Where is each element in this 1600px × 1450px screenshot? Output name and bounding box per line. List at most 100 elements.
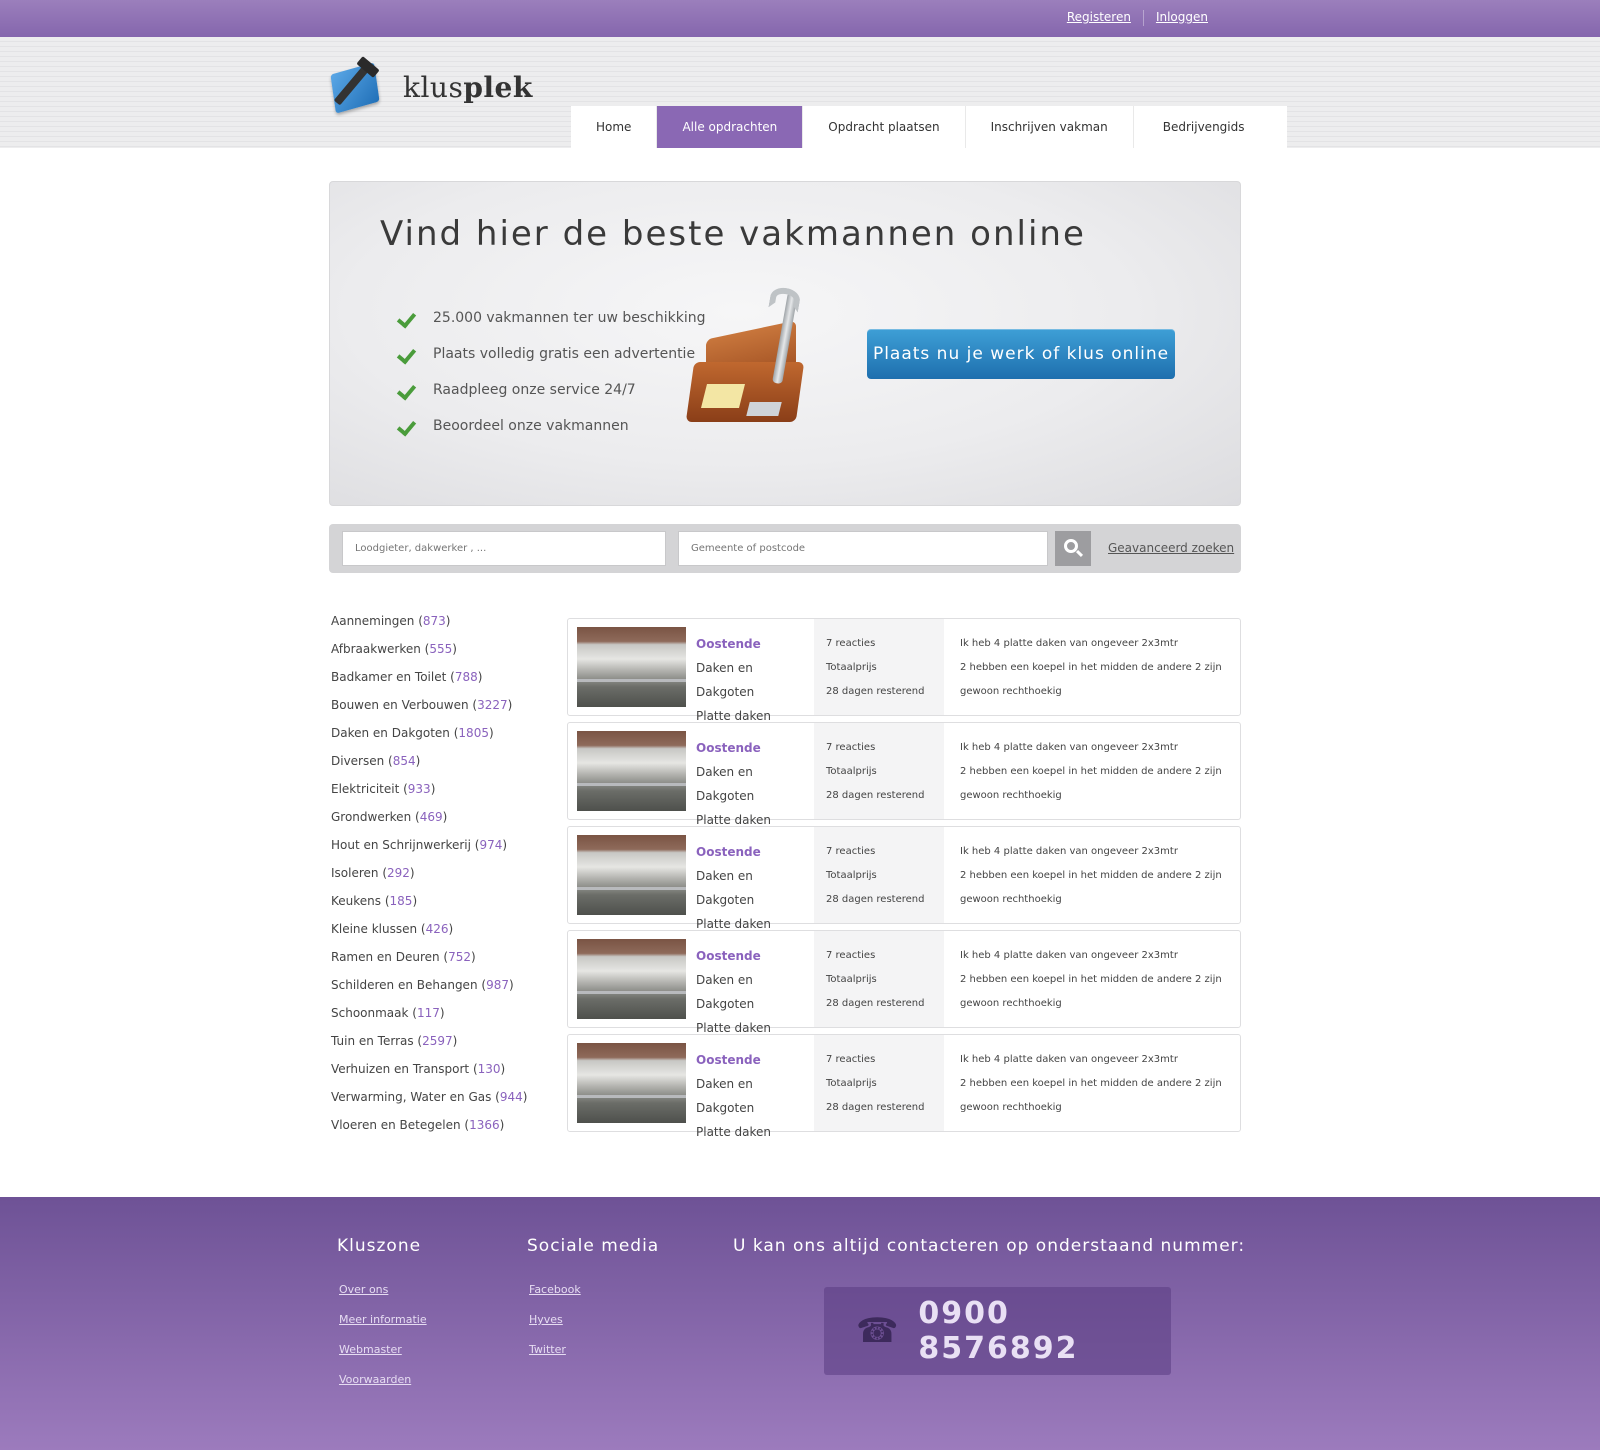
category-item[interactable]: Ramen en Deuren (752) — [331, 950, 527, 978]
category-item[interactable]: Elektriciteit (933) — [331, 782, 527, 810]
benefit-item: Raadpleeg onze service 24/7 — [398, 372, 706, 408]
listing-description: gewoon rechthoekig — [960, 998, 1062, 1009]
listing-reactions: 7 reacties — [826, 1054, 876, 1065]
listing-city[interactable]: Oostende — [696, 1048, 814, 1072]
listing-reactions: 7 reacties — [826, 846, 876, 857]
listing-description: 2 hebben een koepel in het midden de and… — [960, 766, 1222, 777]
listing-description: Ik heb 4 platte daken van ongeveer 2x3mt… — [960, 638, 1178, 649]
footer-kluszone-title: Kluszone — [337, 1236, 422, 1256]
footer-contact-title: U kan ons altijd contacteren op ondersta… — [733, 1236, 1246, 1256]
register-link[interactable]: Registeren — [1067, 10, 1131, 26]
listing-description: 2 hebben een koepel in het midden de and… — [960, 662, 1222, 673]
listing-subcategory: Platte daken — [696, 1125, 772, 1139]
listing-city[interactable]: Oostende — [696, 632, 814, 656]
listing-thumbnail[interactable] — [577, 627, 686, 707]
footer-social-links: Facebook Hyves Twitter — [529, 1283, 581, 1373]
top-bar: Registeren Inloggen — [0, 0, 1600, 37]
check-icon — [398, 308, 418, 328]
footer-kluszone-links: Over ons Meer informatie Webmaster Voorw… — [339, 1283, 427, 1403]
footer-social-title: Sociale media — [527, 1236, 660, 1256]
category-item[interactable]: Grondwerken (469) — [331, 810, 527, 838]
listing-reactions: 7 reacties — [826, 742, 876, 753]
listing-category: Daken en Dakgoten — [696, 973, 755, 1011]
nav-home[interactable]: Home — [571, 106, 658, 148]
benefit-item: Plaats volledig gratis een advertentie — [398, 336, 706, 372]
trade-search-input[interactable] — [342, 531, 666, 566]
listing-category: Daken en Dakgoten — [696, 869, 755, 907]
listing-description: gewoon rechthoekig — [960, 894, 1062, 905]
listing-price: Totaalprijs — [826, 766, 877, 777]
category-item[interactable]: Daken en Dakgoten (1805) — [331, 726, 527, 754]
login-link[interactable]: Inloggen — [1156, 10, 1208, 26]
footer-link-meer-informatie[interactable]: Meer informatie — [339, 1313, 427, 1326]
category-item[interactable]: Schoonmaak (117) — [331, 1006, 527, 1034]
footer-link-voorwaarden[interactable]: Voorwaarden — [339, 1373, 411, 1386]
account-links: Registeren Inloggen — [1067, 10, 1208, 26]
benefits-list: 25.000 vakmannen ter uw beschikking Plaa… — [398, 300, 706, 444]
listing-thumbnail[interactable] — [577, 731, 686, 811]
listing-description: Ik heb 4 platte daken van ongeveer 2x3mt… — [960, 950, 1178, 961]
footer-link-webmaster[interactable]: Webmaster — [339, 1343, 402, 1356]
category-item[interactable]: Vloeren en Betegelen (1366) — [331, 1118, 527, 1146]
logo[interactable]: klusplek — [330, 56, 533, 114]
post-job-button[interactable]: Plaats nu je werk of klus online — [867, 329, 1175, 379]
listing-city[interactable]: Oostende — [696, 944, 814, 968]
footer-link-twitter[interactable]: Twitter — [529, 1343, 566, 1356]
listing-category: Daken en Dakgoten — [696, 661, 755, 699]
job-listing[interactable]: Oostende Daken en Dakgoten Platte daken 7 … — [567, 722, 1241, 827]
listing-price: Totaalprijs — [826, 662, 877, 673]
category-item[interactable]: Diversen (854) — [331, 754, 527, 782]
listing-category: Daken en Dakgoten — [696, 1077, 755, 1115]
listing-remaining: 28 dagen resterend — [826, 686, 925, 697]
category-item[interactable]: Kleine klussen (426) — [331, 922, 527, 950]
listing-remaining: 28 dagen resterend — [826, 894, 925, 905]
search-button[interactable] — [1055, 531, 1091, 566]
listing-reactions: 7 reacties — [826, 638, 876, 649]
listing-thumbnail[interactable] — [577, 835, 686, 915]
listing-price: Totaalprijs — [826, 1078, 877, 1089]
job-listing[interactable]: Oostende Daken en Dakgoten Platte daken 7 … — [567, 1034, 1241, 1139]
job-listings: Oostende Daken en Dakgoten Platte daken 7 … — [567, 618, 1241, 1139]
category-item[interactable]: Verwarming, Water en Gas (944) — [331, 1090, 527, 1118]
footer-link-facebook[interactable]: Facebook — [529, 1283, 581, 1296]
listing-remaining: 28 dagen resterend — [826, 1102, 925, 1113]
category-item[interactable]: Afbraakwerken (555) — [331, 642, 527, 670]
listing-description: 2 hebben een koepel in het midden de and… — [960, 974, 1222, 985]
category-item[interactable]: Aannemingen (873) — [331, 614, 527, 642]
briefcase-tools-illustration — [682, 285, 812, 432]
advanced-search-link[interactable]: Geavanceerd zoeken — [1108, 541, 1234, 555]
phone-number[interactable]: 0900 8576892 — [918, 1296, 1171, 1366]
listing-thumbnail[interactable] — [577, 1043, 686, 1123]
listing-description: Ik heb 4 platte daken van ongeveer 2x3mt… — [960, 1054, 1178, 1065]
header: klusplek Home Alle opdrachten Opdracht p… — [0, 37, 1600, 148]
category-list: Aannemingen (873) Afbraakwerken (555) Ba… — [331, 614, 527, 1146]
listing-thumbnail[interactable] — [577, 939, 686, 1019]
job-listing[interactable]: Oostende Daken en Dakgoten Platte daken 7 … — [567, 826, 1241, 931]
listing-city[interactable]: Oostende — [696, 840, 814, 864]
listing-description: 2 hebben een koepel in het midden de and… — [960, 870, 1222, 881]
job-listing[interactable]: Oostende Daken en Dakgoten Platte daken 7 … — [567, 618, 1241, 723]
logo-text: klusplek — [403, 70, 533, 104]
check-icon — [398, 416, 418, 436]
category-item[interactable]: Isoleren (292) — [331, 866, 527, 894]
nav-inschrijven-vakman[interactable]: Inschrijven vakman — [966, 106, 1134, 148]
category-item[interactable]: Badkamer en Toilet (788) — [331, 670, 527, 698]
category-item[interactable]: Hout en Schrijnwerkerij (974) — [331, 838, 527, 866]
job-listing[interactable]: Oostende Daken en Dakgoten Platte daken 7 … — [567, 930, 1241, 1035]
category-item[interactable]: Tuin en Terras (2597) — [331, 1034, 527, 1062]
nav-alle-opdrachten[interactable]: Alle opdrachten — [657, 106, 804, 148]
listing-city[interactable]: Oostende — [696, 736, 814, 760]
category-item[interactable]: Bouwen en Verbouwen (3227) — [331, 698, 527, 726]
listing-remaining: 28 dagen resterend — [826, 998, 925, 1009]
category-item[interactable]: Schilderen en Behangen (987) — [331, 978, 527, 1006]
hammer-book-icon — [330, 56, 383, 114]
nav-bedrijvengids[interactable]: Bedrijvengids — [1134, 106, 1287, 148]
footer-link-hyves[interactable]: Hyves — [529, 1313, 563, 1326]
category-item[interactable]: Verhuizen en Transport (130) — [331, 1062, 527, 1090]
location-search-input[interactable] — [678, 531, 1048, 566]
check-icon — [398, 344, 418, 364]
nav-opdracht-plaatsen[interactable]: Opdracht plaatsen — [803, 106, 966, 148]
footer: Kluszone Over ons Meer informatie Webmas… — [0, 1197, 1600, 1450]
category-item[interactable]: Keukens (185) — [331, 894, 527, 922]
footer-link-over-ons[interactable]: Over ons — [339, 1283, 388, 1296]
